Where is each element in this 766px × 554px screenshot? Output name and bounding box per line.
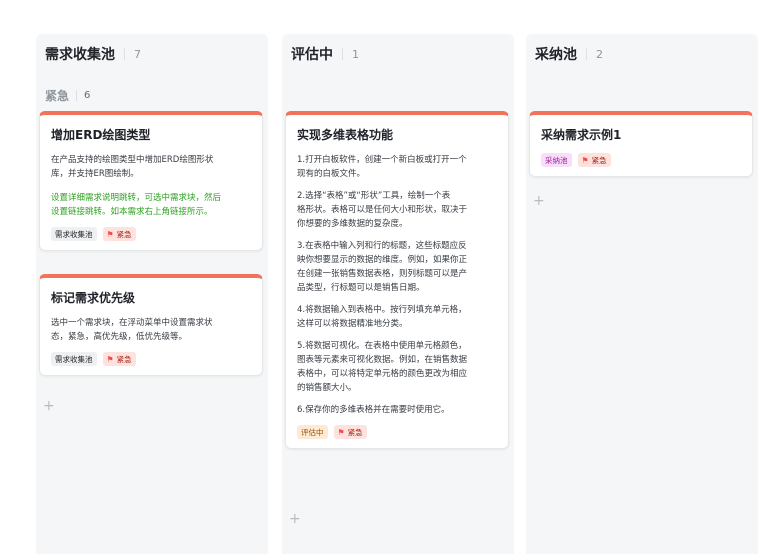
column-count: 2	[596, 47, 603, 61]
card-step: 5.将数据可视化。在表格中使用单元格颜色， 图表等元素来可视化数据。例如，在销售…	[297, 341, 468, 393]
column-title: 需求收集池	[45, 47, 115, 63]
group-title: 紧急	[45, 88, 70, 103]
card-mark-priority[interactable]: 标记需求优先级 选中一个需求块，在浮动菜单中设置需求状 态，紧急，高优先级，低优…	[39, 274, 263, 376]
card-multidimensional-table[interactable]: 实现多维表格功能 1.打开白板软件，创建一个新白板或打开一个 现有的白板文件。 …	[285, 111, 509, 449]
column-accepted-pool: 采纳池 2 采纳需求示例1 采纳池 ⚑ 紧急 +	[526, 34, 758, 554]
flag-icon: ⚑	[337, 427, 345, 437]
card-step: 1.打开白板软件，创建一个新白板或打开一个 现有的白板文件。	[297, 155, 467, 179]
card-description: 在产品支持的绘图类型中增加ERD绘图形状 库，并支持ER图绘制。	[51, 155, 214, 179]
status-tag[interactable]: 评估中	[297, 425, 328, 439]
card-tags: 评估中 ⚑ 紧急	[297, 425, 497, 439]
status-tag[interactable]: 采纳池	[541, 153, 572, 167]
card-erd-diagram[interactable]: 增加ERD绘图类型 在产品支持的绘图类型中增加ERD绘图形状 库，并支持ER图绘…	[39, 111, 263, 251]
column-header[interactable]: 采纳池 2	[535, 44, 603, 64]
priority-tag[interactable]: ⚑ 紧急	[577, 153, 611, 167]
flag-icon: ⚑	[106, 229, 114, 239]
card-tags: 需求收集池 ⚑ 紧急	[51, 227, 251, 241]
card-description: 选中一个需求块，在浮动菜单中设置需求状 态，紧急，高优先级，低优先级等。	[51, 318, 213, 342]
priority-tag[interactable]: ⚑ 紧急	[333, 425, 367, 439]
divider	[124, 48, 125, 60]
priority-tag-label: 紧急	[591, 155, 607, 165]
column-count: 1	[352, 47, 359, 61]
column-header[interactable]: 评估中 1	[291, 44, 359, 64]
column-title: 评估中	[291, 47, 333, 63]
add-card-button[interactable]: +	[533, 194, 545, 208]
card-step: 3.在表格中输入列和行的标题，这些标题应反 映你想要显示的数据的维度。例如，如果…	[297, 241, 468, 293]
divider	[76, 89, 78, 101]
add-card-button[interactable]: +	[43, 399, 55, 413]
card-title: 标记需求优先级	[51, 291, 136, 305]
flag-icon: ⚑	[106, 354, 114, 364]
flag-icon: ⚑	[581, 155, 589, 165]
divider	[586, 48, 587, 60]
column-count: 7	[134, 47, 141, 61]
priority-tag-label: 紧急	[116, 354, 132, 364]
status-tag[interactable]: 需求收集池	[51, 352, 97, 366]
column-header[interactable]: 需求收集池 7	[45, 44, 141, 64]
group-count: 6	[84, 89, 91, 101]
card-tags: 采纳池 ⚑ 紧急	[541, 153, 741, 167]
priority-tag[interactable]: ⚑ 紧急	[102, 352, 136, 366]
card-tags: 需求收集池 ⚑ 紧急	[51, 352, 251, 366]
column-title: 采纳池	[535, 47, 577, 63]
card-step: 4.将数据输入到表格中。按行列填充单元格， 这样可以将数据精准地分类。	[297, 305, 467, 329]
card-accepted-example[interactable]: 采纳需求示例1 采纳池 ⚑ 紧急	[529, 111, 753, 177]
column-evaluating: 评估中 1 实现多维表格功能 1.打开白板软件，创建一个新白板或打开一个 现有的…	[282, 34, 514, 554]
column-requirements-pool: 需求收集池 7 紧急 6 增加ERD绘图类型 在产品支持的绘图类型中增加ERD绘…	[36, 34, 268, 554]
add-card-button[interactable]: +	[289, 512, 301, 526]
priority-tag[interactable]: ⚑ 紧急	[102, 227, 136, 241]
card-title: 增加ERD绘图类型	[51, 128, 151, 142]
card-step: 6.保存你的多维表格并在需要时使用它。	[297, 405, 450, 415]
card-title: 采纳需求示例1	[541, 128, 622, 142]
card-title: 实现多维表格功能	[297, 128, 394, 142]
divider	[342, 48, 343, 60]
priority-tag-label: 紧急	[347, 427, 363, 437]
priority-tag-label: 紧急	[116, 229, 132, 239]
card-link-text[interactable]: 设置详细需求说明跳转，可选中需求块，然后 设置链接跳转。如本需求右上角链接所示。	[51, 191, 251, 219]
status-tag[interactable]: 需求收集池	[51, 227, 97, 241]
card-step: 2.选择“表格”或“形状”工具，绘制一个表 格形状。表格可以是任何大小和形状，取…	[297, 191, 468, 229]
group-header-urgent[interactable]: 紧急 6	[45, 87, 90, 103]
